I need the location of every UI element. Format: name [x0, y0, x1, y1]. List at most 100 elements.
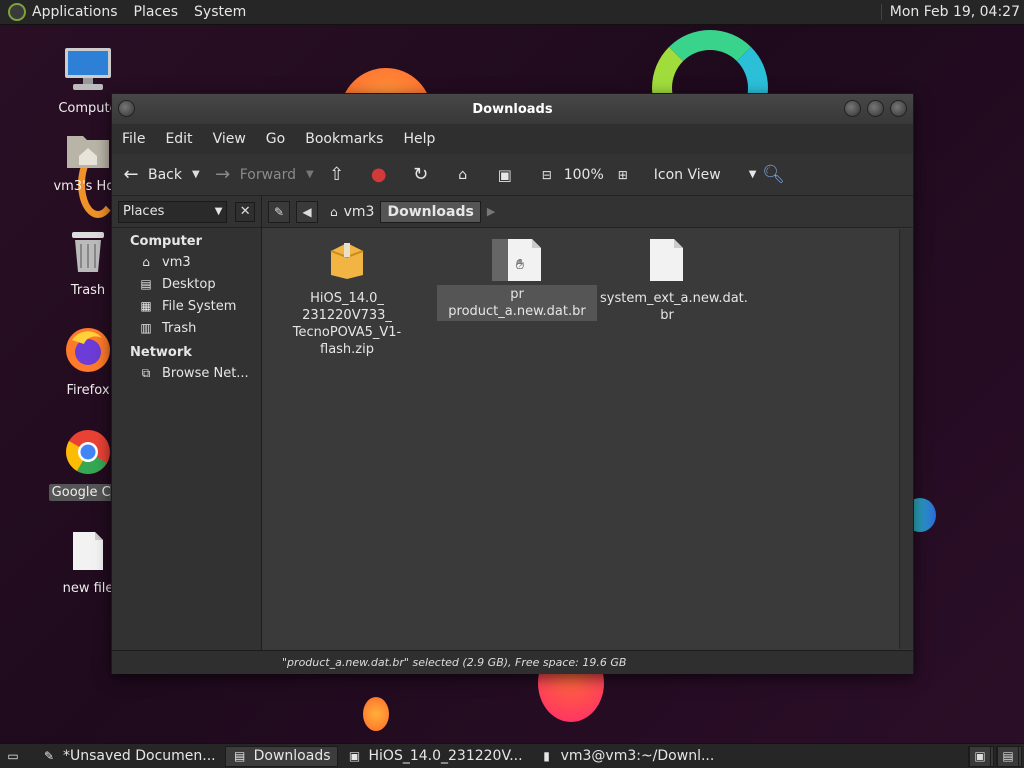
- sidebar-group-computer: Computer: [130, 234, 203, 249]
- menu-go[interactable]: Go: [266, 131, 285, 147]
- desktop-icon-label: Trash: [70, 283, 106, 298]
- sidebar-item-label: Trash: [162, 320, 197, 336]
- sidebar-group-network: Network: [130, 345, 192, 360]
- breadcrumb-downloads[interactable]: Downloads: [380, 200, 481, 223]
- reload-icon: ↻: [413, 164, 429, 185]
- up-arrow-icon: ⇧: [329, 164, 345, 185]
- vertical-scrollbar[interactable]: [899, 229, 913, 649]
- places-menu[interactable]: Places: [134, 4, 179, 20]
- menu-help[interactable]: Help: [403, 131, 435, 147]
- workspace-2-button[interactable]: ▤: [996, 745, 1022, 767]
- zoom-in-icon[interactable]: ⊞: [612, 164, 634, 186]
- show-desktop-button[interactable]: ▭: [0, 746, 32, 767]
- file-name: HiOS_14.0_ 231220V733_ TecnoPOVA5_V1- fl…: [292, 291, 402, 357]
- taskbar-item-label: HiOS_14.0_231220V...: [368, 748, 523, 764]
- breadcrumb-label: vm3: [343, 203, 375, 220]
- zoom-control: ⊟ 100% ⊞: [536, 164, 640, 186]
- show-desktop-icon: ▭: [7, 749, 19, 763]
- taskbar-item-downloads[interactable]: ▤ Downloads: [224, 745, 338, 767]
- menu-view[interactable]: View: [213, 131, 246, 147]
- search-button[interactable]: 🔍︎: [762, 164, 790, 186]
- file-item-hios-zip[interactable]: HiOS_14.0_ 231220V733_ TecnoPOVA5_V1- fl…: [267, 239, 427, 359]
- path-scroll-left-button[interactable]: ◀: [296, 200, 318, 223]
- forward-button[interactable]: → Forward: [212, 164, 296, 186]
- back-history-dropdown[interactable]: ▼: [192, 169, 200, 180]
- file-icon: [587, 239, 747, 285]
- file-grid: HiOS_14.0_ 231220V733_ TecnoPOVA5_V1- fl…: [262, 229, 910, 649]
- sidebar-item-browse-network[interactable]: ⧉ Browse Net...: [112, 362, 261, 384]
- taskbar-item-label: Downloads: [253, 748, 331, 764]
- taskbar-item-archive-manager[interactable]: ▣ HiOS_14.0_231220V...: [340, 746, 530, 767]
- reload-button[interactable]: ↻: [410, 164, 438, 186]
- chevron-right-icon: ▶: [486, 205, 496, 218]
- archive-icon: [267, 239, 427, 285]
- search-icon: 🔍︎: [761, 164, 785, 185]
- menu-edit[interactable]: Edit: [165, 131, 192, 147]
- taskbar-item-label: vm3@vm3:~/Downl...: [560, 748, 715, 764]
- view-mode-label: Icon View: [653, 166, 721, 183]
- sidebar-header: Places ▼ ✕: [112, 196, 261, 228]
- file-item-system-ext-a[interactable]: system_ext_a.new.dat. br: [587, 239, 748, 325]
- up-button[interactable]: ⇧: [326, 164, 354, 186]
- sidebar-item-label: Desktop: [162, 276, 216, 292]
- file-name: pr product_a.new.dat.br: [437, 285, 597, 321]
- home-icon: ⌂: [458, 166, 468, 183]
- sidebar-item-file-system[interactable]: ▦ File System: [112, 295, 261, 317]
- status-bar: "product_a.new.dat.br" selected (2.9 GB)…: [112, 650, 913, 674]
- close-button[interactable]: [890, 100, 907, 117]
- folder-icon: ▤: [997, 745, 1019, 767]
- breadcrumb-vm3[interactable]: ⌂ vm3: [324, 201, 380, 223]
- home-folder-icon: ⌂: [142, 255, 150, 269]
- minimize-button[interactable]: [844, 100, 861, 117]
- drive-icon: ▦: [140, 299, 152, 313]
- applications-menu[interactable]: Applications: [32, 4, 118, 20]
- sidebar: Places ▼ ✕ Computer ⌂ vm3 ▤ Desktop ▦ Fi…: [112, 196, 262, 650]
- sidebar-item-vm3[interactable]: ⌂ vm3: [112, 251, 261, 273]
- menu-bookmarks[interactable]: Bookmarks: [305, 131, 383, 147]
- workspace-1-button[interactable]: ▣: [968, 745, 994, 767]
- clock[interactable]: Mon Feb 19, 04:27: [880, 4, 1020, 20]
- trash-icon: ▥: [140, 321, 152, 335]
- network-icon: ⧉: [141, 365, 151, 380]
- toggle-location-entry-button[interactable]: ✎: [268, 200, 290, 223]
- maximize-button[interactable]: [867, 100, 884, 117]
- back-label: Back: [148, 166, 182, 183]
- path-scroll-right-button[interactable]: ▶: [481, 201, 501, 223]
- file-view: ✎ ◀ ⌂ vm3 Downloads ▶ HiOS_14.0_ 231220V…: [262, 196, 913, 650]
- home-button[interactable]: ⌂: [452, 164, 480, 186]
- chevron-down-icon: ▼: [214, 206, 223, 217]
- bottom-panel: ▭ ✎ *Unsaved Documen... ▤ Downloads ▣ Hi…: [0, 743, 1024, 768]
- window-title: Downloads: [472, 101, 553, 117]
- window-menu-button[interactable]: [118, 100, 135, 117]
- system-menu[interactable]: System: [194, 4, 246, 20]
- computer-icon: ▣: [497, 165, 512, 184]
- sidebar-selector[interactable]: Places ▼: [118, 200, 228, 223]
- distro-logo-icon[interactable]: [8, 3, 26, 21]
- chevron-down-icon: ▼: [748, 169, 757, 180]
- zoom-out-icon[interactable]: ⊟: [536, 164, 558, 186]
- file-item-product-a[interactable]: ✋︎ pr product_a.new.dat.br: [437, 239, 597, 321]
- taskbar-item-text-editor[interactable]: ✎ *Unsaved Documen...: [34, 746, 223, 767]
- back-button[interactable]: ← Back: [120, 164, 182, 186]
- sidebar-item-label: File System: [162, 298, 237, 314]
- menu-file[interactable]: File: [122, 131, 145, 147]
- location-bar: ✎ ◀ ⌂ vm3 Downloads ▶: [262, 196, 913, 228]
- view-mode-select[interactable]: Icon View ▼: [654, 167, 757, 183]
- sidebar-close-button[interactable]: ✕: [235, 201, 255, 222]
- monitor-icon: ▣: [969, 745, 991, 767]
- window-titlebar[interactable]: Downloads: [112, 94, 913, 124]
- sidebar-item-desktop[interactable]: ▤ Desktop: [112, 273, 261, 295]
- main-area: Places ▼ ✕ Computer ⌂ vm3 ▤ Desktop ▦ Fi…: [112, 196, 913, 650]
- folder-icon: ▤: [233, 749, 246, 763]
- sidebar-item-trash[interactable]: ▥ Trash: [112, 317, 261, 339]
- desktop-icon-label: new file: [62, 581, 114, 596]
- edit-icon: ✎: [273, 204, 285, 219]
- forward-history-dropdown[interactable]: ▼: [306, 169, 314, 180]
- toolbar: ← Back ▼ → Forward ▼ ⇧ ● ↻ ⌂ ▣ ⊟ 100% ⊞ …: [112, 154, 913, 196]
- computer-button[interactable]: ▣: [494, 164, 522, 186]
- stop-button[interactable]: ●: [368, 164, 396, 186]
- terminal-icon: ▮: [543, 749, 550, 763]
- computer-icon: [40, 46, 136, 96]
- taskbar-item-terminal[interactable]: ▮ vm3@vm3:~/Downl...: [532, 746, 722, 767]
- stop-icon: ●: [370, 164, 387, 185]
